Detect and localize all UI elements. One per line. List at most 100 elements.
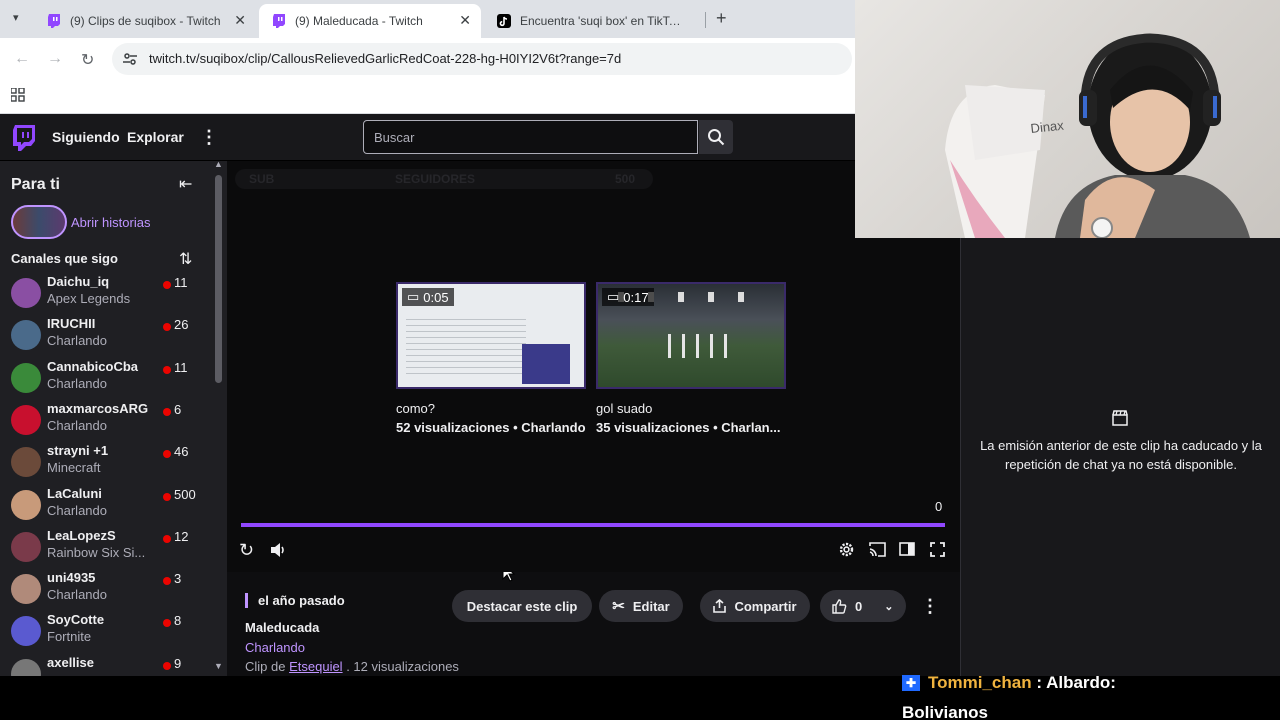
clip-thumbnail[interactable]: ▭ 0:17 — [596, 282, 786, 389]
apps-grid-icon[interactable] — [11, 88, 25, 102]
duration-badge: ▭ 0:17 — [602, 288, 654, 306]
twitch-logo-icon[interactable] — [12, 125, 36, 151]
channel-name: IRUCHII — [47, 316, 96, 332]
chevron-down-icon[interactable]: ⌄ — [884, 600, 893, 613]
overlay-chat-username: Tommi_chan — [928, 673, 1032, 692]
tab-clips-suqibox[interactable]: (9) Clips de suqibox - Twitch ✕ — [34, 4, 256, 38]
progress-bar[interactable] — [241, 523, 945, 527]
recommended-clip-card[interactable]: ▭ 0:05 como? 52 visualizaciones • Charlan… — [396, 282, 586, 435]
stories-avatars — [11, 205, 67, 239]
scissors-icon: ✂ — [612, 598, 625, 615]
site-settings-icon[interactable] — [122, 51, 138, 67]
edit-button[interactable]: ✂ Editar — [599, 590, 683, 622]
clip-info-bar: el año pasado Maleducada Charlando Clip … — [227, 572, 960, 676]
chat-replay-panel: La emisión anterior de este clip ha cadu… — [960, 238, 1280, 676]
avatar — [11, 320, 41, 351]
followed-channels-heading: Canales que sigo — [11, 251, 118, 266]
live-indicator-icon — [163, 619, 171, 628]
sidebar-channel-item[interactable]: axellise 9 — [0, 653, 212, 676]
url-text: twitch.tv/suqibox/clip/CallousRelievedGa… — [149, 51, 622, 66]
clip-title[interactable]: gol suado — [596, 401, 786, 416]
avatar — [11, 404, 41, 435]
sort-icon[interactable]: ⇅ — [179, 249, 192, 269]
live-indicator-icon — [163, 407, 171, 416]
sidebar-channel-item[interactable]: SoyCotte Fortnite 8 — [0, 610, 212, 652]
new-tab-button[interactable]: + — [716, 8, 727, 29]
sidebar-channel-item[interactable]: uni4935 Charlando 3 — [0, 568, 212, 610]
scroll-up-icon[interactable]: ▲ — [214, 161, 223, 169]
highlight-label: Destacar este clip — [466, 598, 578, 614]
scrollbar-thumb[interactable] — [215, 175, 222, 383]
cast-icon[interactable] — [869, 542, 886, 557]
sidebar-scrollbar[interactable]: ▲ ▼ — [214, 161, 224, 676]
like-count: 0 — [855, 598, 863, 614]
tab-close-icon[interactable]: ✕ — [234, 12, 246, 29]
volume-icon[interactable] — [271, 543, 287, 557]
back-icon[interactable]: ← — [14, 50, 30, 68]
thumbnail-players — [668, 334, 728, 358]
nav-following-link[interactable]: Siguiendo — [52, 129, 120, 145]
reload-icon[interactable]: ↻ — [81, 50, 94, 70]
clip-date: el año pasado — [245, 593, 345, 608]
avatar — [11, 489, 41, 520]
channel-category: Charlando — [47, 587, 107, 603]
clip-author-link[interactable]: Etsequiel — [289, 659, 342, 674]
faded-label: 500 — [615, 172, 636, 186]
tab-strip: ▾ (9) Clips de suqibox - Twitch ✕ (9) Ma… — [0, 0, 855, 38]
stories-button[interactable]: Abrir historias — [11, 205, 150, 239]
twitch-favicon-icon — [46, 13, 62, 29]
sidebar-channel-item[interactable]: Daichu_iq Apex Legends 11 — [0, 272, 212, 314]
tab-tiktok[interactable]: Encuentra 'suqi box' en TikTok | — [484, 4, 706, 38]
viewer-count: 12 — [174, 528, 189, 544]
forward-icon[interactable]: → — [47, 50, 63, 68]
sidebar-channel-item[interactable]: LeaLopezS Rainbow Six Si... 12 — [0, 526, 212, 568]
settings-gear-icon[interactable] — [838, 541, 855, 558]
screen: ▾ (9) Clips de suqibox - Twitch ✕ (9) Ma… — [0, 0, 1280, 720]
clip-category-link[interactable]: Charlando — [245, 640, 305, 655]
clip-title[interactable]: como? — [396, 401, 586, 416]
thumbs-up-icon — [832, 598, 847, 614]
search-input[interactable]: Buscar — [363, 120, 698, 154]
sidebar-channel-item[interactable]: CannabicoCba Charlando 11 — [0, 357, 212, 399]
fullscreen-icon[interactable] — [930, 542, 945, 557]
avatar — [11, 531, 41, 562]
duration-badge: ▭ 0:05 — [402, 288, 454, 306]
viewer-count: 26 — [174, 317, 189, 333]
url-bar[interactable]: twitch.tv/suqibox/clip/CallousRelievedGa… — [112, 43, 852, 75]
theatre-mode-icon[interactable] — [899, 542, 915, 556]
channel-name: LaCaluni — [47, 485, 102, 501]
avatar — [11, 574, 41, 605]
share-button[interactable]: Compartir — [700, 590, 810, 622]
tab-maleducada[interactable]: (9) Maleducada - Twitch ✕ — [259, 4, 481, 38]
live-indicator-icon — [163, 577, 171, 586]
viewer-count: 11 — [174, 275, 188, 290]
tab-title: Encuentra 'suqi box' en TikTok | — [520, 14, 685, 28]
nav-explore-link[interactable]: Explorar — [127, 129, 184, 145]
clip-thumbnail[interactable]: ▭ 0:05 — [396, 282, 586, 389]
more-options-icon[interactable]: ⋮ — [921, 596, 939, 617]
video-player[interactable]: SUB SEGUIDORES 500 ▭ 0:05 como? 52 visual… — [227, 161, 960, 572]
sidebar-channel-item[interactable]: strayni +1 Minecraft 46 — [0, 441, 212, 483]
live-indicator-icon — [163, 365, 171, 374]
tab-close-icon[interactable]: ✕ — [459, 12, 471, 29]
sidebar-channel-item[interactable]: IRUCHII Charlando 26 — [0, 314, 212, 356]
scroll-down-icon[interactable]: ▼ — [214, 661, 223, 671]
replay-icon[interactable]: ↻ — [239, 540, 254, 561]
highlight-clip-button[interactable]: Destacar este clip — [452, 590, 592, 622]
clip-views: . 12 visualizaciones — [346, 659, 459, 674]
svg-text:Dinax: Dinax — [1030, 118, 1065, 136]
viewer-count: 46 — [174, 444, 189, 460]
like-button[interactable]: 0 ⌄ — [820, 590, 906, 622]
channel-name: SoyCotte — [47, 612, 105, 628]
more-menu-icon[interactable]: ⋮ — [200, 127, 218, 148]
tab-search-chevron-icon[interactable]: ▾ — [13, 11, 19, 24]
channel-category: Apex Legends — [47, 291, 131, 306]
recommended-clip-card[interactable]: ▭ 0:17 gol suado 35 visualizaciones • Cha… — [596, 282, 786, 435]
sidebar-channel-item[interactable]: LaCaluni Charlando 500 — [0, 484, 212, 526]
channel-category: Charlando — [47, 417, 107, 433]
viewer-count: 9 — [174, 655, 182, 671]
live-indicator-icon — [163, 661, 171, 670]
sidebar-channel-item[interactable]: maxmarcosARG Charlando 6 — [0, 399, 212, 441]
search-button[interactable] — [699, 120, 733, 154]
collapse-sidebar-icon[interactable]: ⇤ — [179, 174, 192, 194]
